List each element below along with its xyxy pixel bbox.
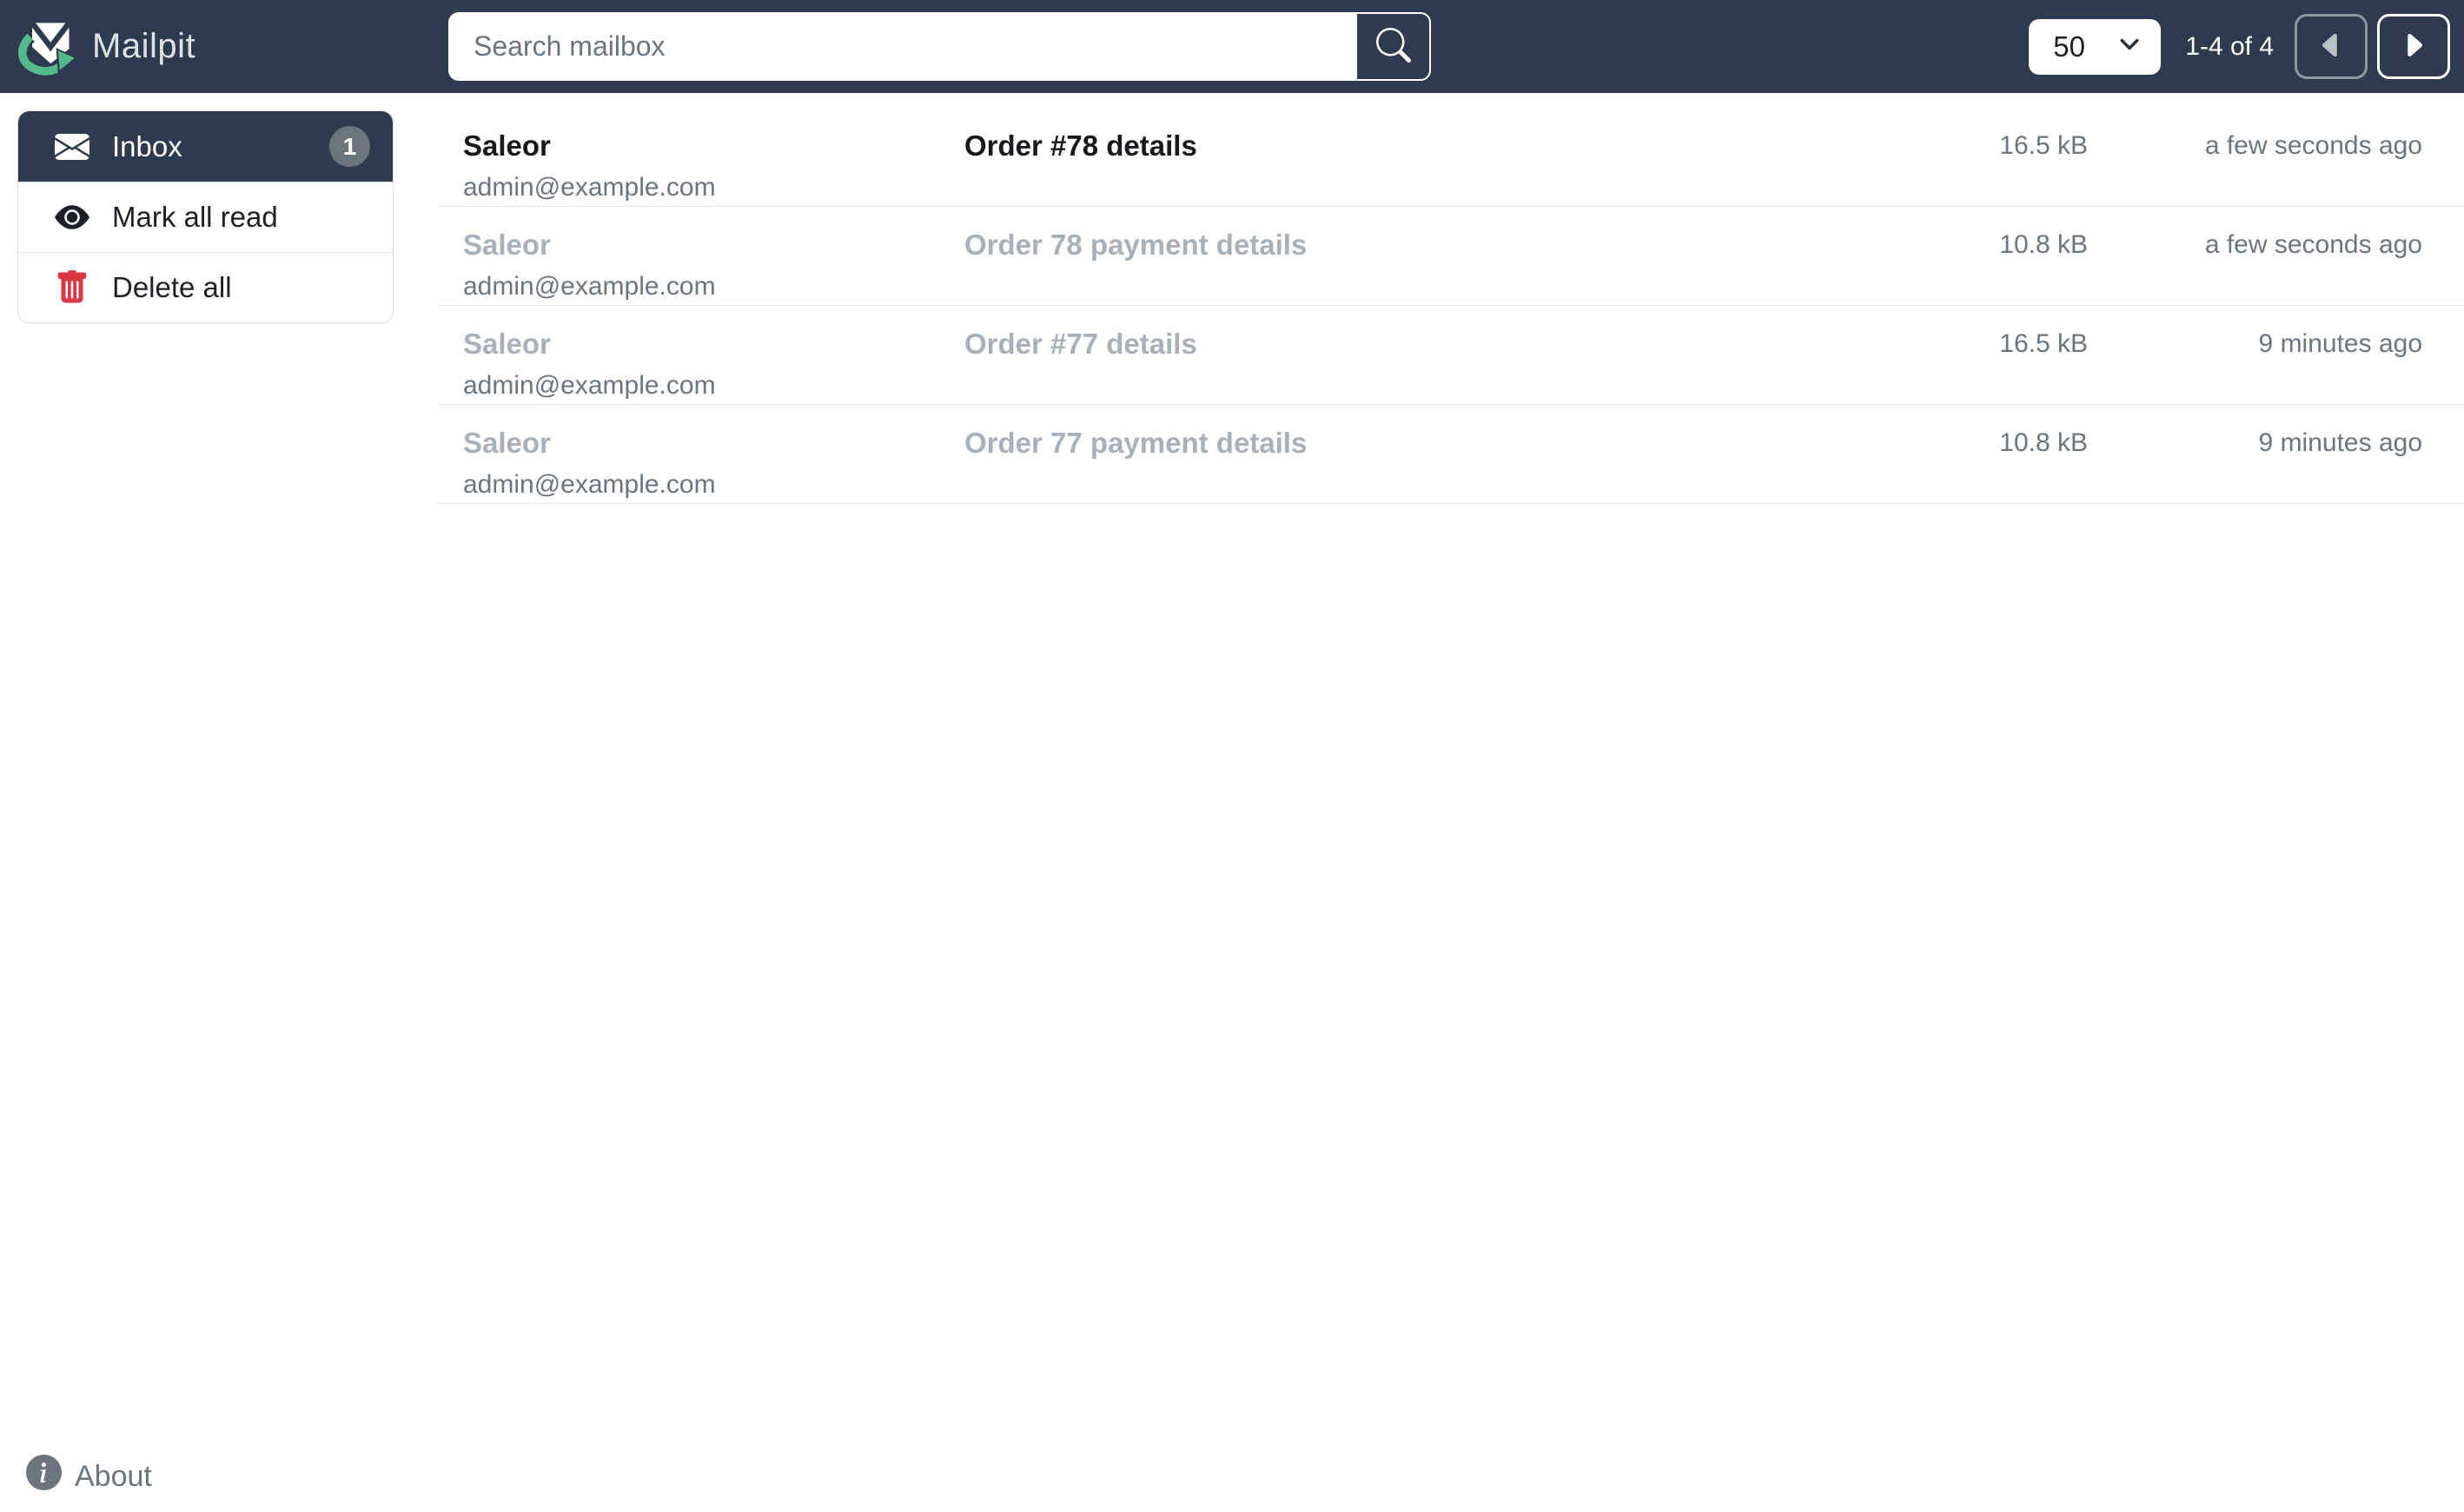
message-date: a few seconds ago (2204, 131, 2422, 160)
sidebar-item-mark-all-read[interactable]: Mark all read (18, 182, 393, 252)
message-subject: Order 78 payment details (964, 229, 1308, 261)
about-label: About (75, 1459, 152, 1493)
message-from-name: Saleor (463, 427, 551, 459)
message-from: Saleor admin@example.com (463, 328, 964, 400)
message-from-name: Saleor (463, 229, 551, 261)
envelope-icon (53, 129, 91, 164)
eye-icon (53, 200, 91, 235)
message-from-email: admin@example.com (463, 272, 716, 302)
prev-page-button[interactable] (2295, 14, 2368, 79)
caret-left-icon (2315, 30, 2347, 63)
pager (2295, 14, 2450, 79)
message-size: 16.5 kB (1999, 329, 2088, 358)
search-icon (1375, 28, 1411, 65)
message-list: Saleor admin@example.com Order #78 detai… (437, 93, 2464, 504)
message-from-name: Saleor (463, 129, 551, 162)
message-from-email: admin@example.com (463, 470, 716, 500)
message-row[interactable]: Saleor admin@example.com Order #78 detai… (437, 108, 2464, 207)
per-page-value: 50 (2053, 30, 2085, 63)
message-size: 10.8 kB (1999, 230, 2088, 259)
message-date: 9 minutes ago (2258, 428, 2422, 457)
message-date: 9 minutes ago (2258, 329, 2422, 358)
pagination-info: 1-4 of 4 (2185, 31, 2274, 61)
sidebar-delete-all-label: Delete all (112, 271, 232, 303)
message-date: a few seconds ago (2204, 230, 2422, 259)
message-from-email: admin@example.com (463, 173, 716, 202)
mailpit-logo-icon (17, 17, 76, 76)
trash-icon (53, 270, 91, 305)
message-subject: Order 77 payment details (964, 427, 1308, 459)
message-from: Saleor admin@example.com (463, 229, 964, 301)
message-subject: Order #78 details (964, 129, 1197, 162)
search-form (448, 12, 1431, 81)
navbar-right-controls: 50 1-4 of 4 (2029, 14, 2450, 79)
search-input[interactable] (448, 12, 1355, 81)
brand-name: Mailpit (92, 27, 196, 65)
brand-link[interactable]: Mailpit (17, 17, 195, 76)
per-page-select[interactable]: 50 (2029, 18, 2162, 75)
message-from: Saleor admin@example.com (463, 427, 964, 500)
sidebar-item-delete-all[interactable]: Delete all (18, 252, 393, 322)
message-size: 10.8 kB (1999, 428, 2088, 457)
caret-right-icon (2398, 30, 2429, 63)
message-row[interactable]: Saleor admin@example.com Order 77 paymen… (437, 405, 2464, 504)
message-row[interactable]: Saleor admin@example.com Order 78 paymen… (437, 207, 2464, 306)
sidebar-item-inbox[interactable]: Inbox 1 (18, 111, 393, 182)
about-link[interactable]: About (26, 1455, 152, 1498)
sidebar-inbox-label: Inbox (112, 129, 182, 162)
info-icon (26, 1455, 62, 1498)
sidebar: Inbox 1 Mark all read Delete all (17, 110, 394, 323)
message-from-email: admin@example.com (463, 371, 716, 401)
unread-count-badge: 1 (329, 126, 370, 167)
message-from-name: Saleor (463, 328, 551, 360)
chevron-down-icon (2117, 30, 2142, 63)
next-page-button[interactable] (2377, 14, 2450, 79)
message-size: 16.5 kB (1999, 131, 2088, 160)
message-subject: Order #77 details (964, 328, 1197, 360)
sidebar-mark-all-read-label: Mark all read (112, 201, 278, 233)
message-row[interactable]: Saleor admin@example.com Order #77 detai… (437, 306, 2464, 405)
top-navbar: Mailpit 50 1-4 of 4 (0, 0, 2464, 93)
message-from: Saleor admin@example.com (463, 129, 964, 202)
search-button[interactable] (1355, 12, 1431, 81)
